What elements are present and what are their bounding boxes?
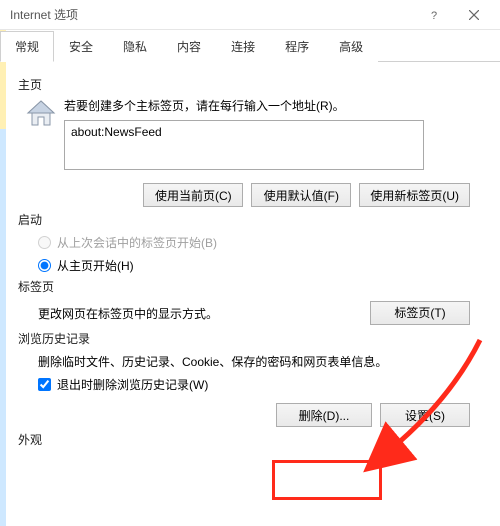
delete-on-exit-label: 退出时删除浏览历史记录(W) <box>57 376 208 393</box>
startup-last-session-input[interactable] <box>38 236 51 249</box>
startup-last-session-label: 从上次会话中的标签页开始(B) <box>57 234 217 251</box>
help-icon: ? <box>428 9 440 21</box>
tab-general[interactable]: 常规 <box>0 31 54 62</box>
startup-homepage-label: 从主页开始(H) <box>57 257 134 274</box>
tab-connections[interactable]: 连接 <box>216 31 270 62</box>
delete-history-button[interactable]: 删除(D)... <box>276 403 372 427</box>
svg-text:?: ? <box>431 10 437 21</box>
annotation-highlight-box <box>272 460 382 500</box>
startup-homepage-radio[interactable]: 从主页开始(H) <box>38 257 484 274</box>
decorative-left-stripe <box>0 30 6 526</box>
tab-bar: 常规 安全 隐私 内容 连接 程序 高级 <box>0 30 500 62</box>
tab-programs[interactable]: 程序 <box>270 31 324 62</box>
delete-on-exit-checkbox[interactable]: 退出时删除浏览历史记录(W) <box>38 376 484 393</box>
tab-privacy[interactable]: 隐私 <box>108 31 162 62</box>
startup-section-label: 启动 <box>18 211 484 228</box>
homepage-hint: 若要创建多个主标签页，请在每行输入一个地址(R)。 <box>64 97 484 114</box>
close-icon <box>469 10 479 20</box>
tabs-settings-button[interactable]: 标签页(T) <box>370 301 470 325</box>
help-button[interactable]: ? <box>414 1 454 29</box>
history-section-label: 浏览历史记录 <box>18 330 484 347</box>
close-button[interactable] <box>454 1 494 29</box>
title-bar: Internet 选项 ? <box>0 0 500 30</box>
homepage-url-input[interactable] <box>64 120 424 170</box>
history-desc: 删除临时文件、历史记录、Cookie、保存的密码和网页表单信息。 <box>38 353 484 370</box>
tab-content[interactable]: 内容 <box>162 31 216 62</box>
use-current-button[interactable]: 使用当前页(C) <box>143 183 243 207</box>
window-title: Internet 选项 <box>10 6 78 23</box>
use-new-tab-button[interactable]: 使用新标签页(U) <box>359 183 470 207</box>
startup-homepage-input[interactable] <box>38 259 51 272</box>
use-default-button[interactable]: 使用默认值(F) <box>251 183 351 207</box>
tabs-section-label: 标签页 <box>18 278 484 295</box>
content-area: 主页 若要创建多个主标签页，请在每行输入一个地址(R)。 使用当前页(C) 使用… <box>0 62 500 460</box>
startup-last-session-radio[interactable]: 从上次会话中的标签页开始(B) <box>38 234 484 251</box>
tab-security[interactable]: 安全 <box>54 31 108 62</box>
history-settings-button[interactable]: 设置(S) <box>380 403 470 427</box>
tab-advanced[interactable]: 高级 <box>324 31 378 62</box>
delete-on-exit-input[interactable] <box>38 378 51 391</box>
tabs-desc: 更改网页在标签页中的显示方式。 <box>38 305 218 322</box>
home-icon <box>18 97 64 129</box>
homepage-section-label: 主页 <box>18 76 484 93</box>
appearance-section-label: 外观 <box>18 431 484 448</box>
